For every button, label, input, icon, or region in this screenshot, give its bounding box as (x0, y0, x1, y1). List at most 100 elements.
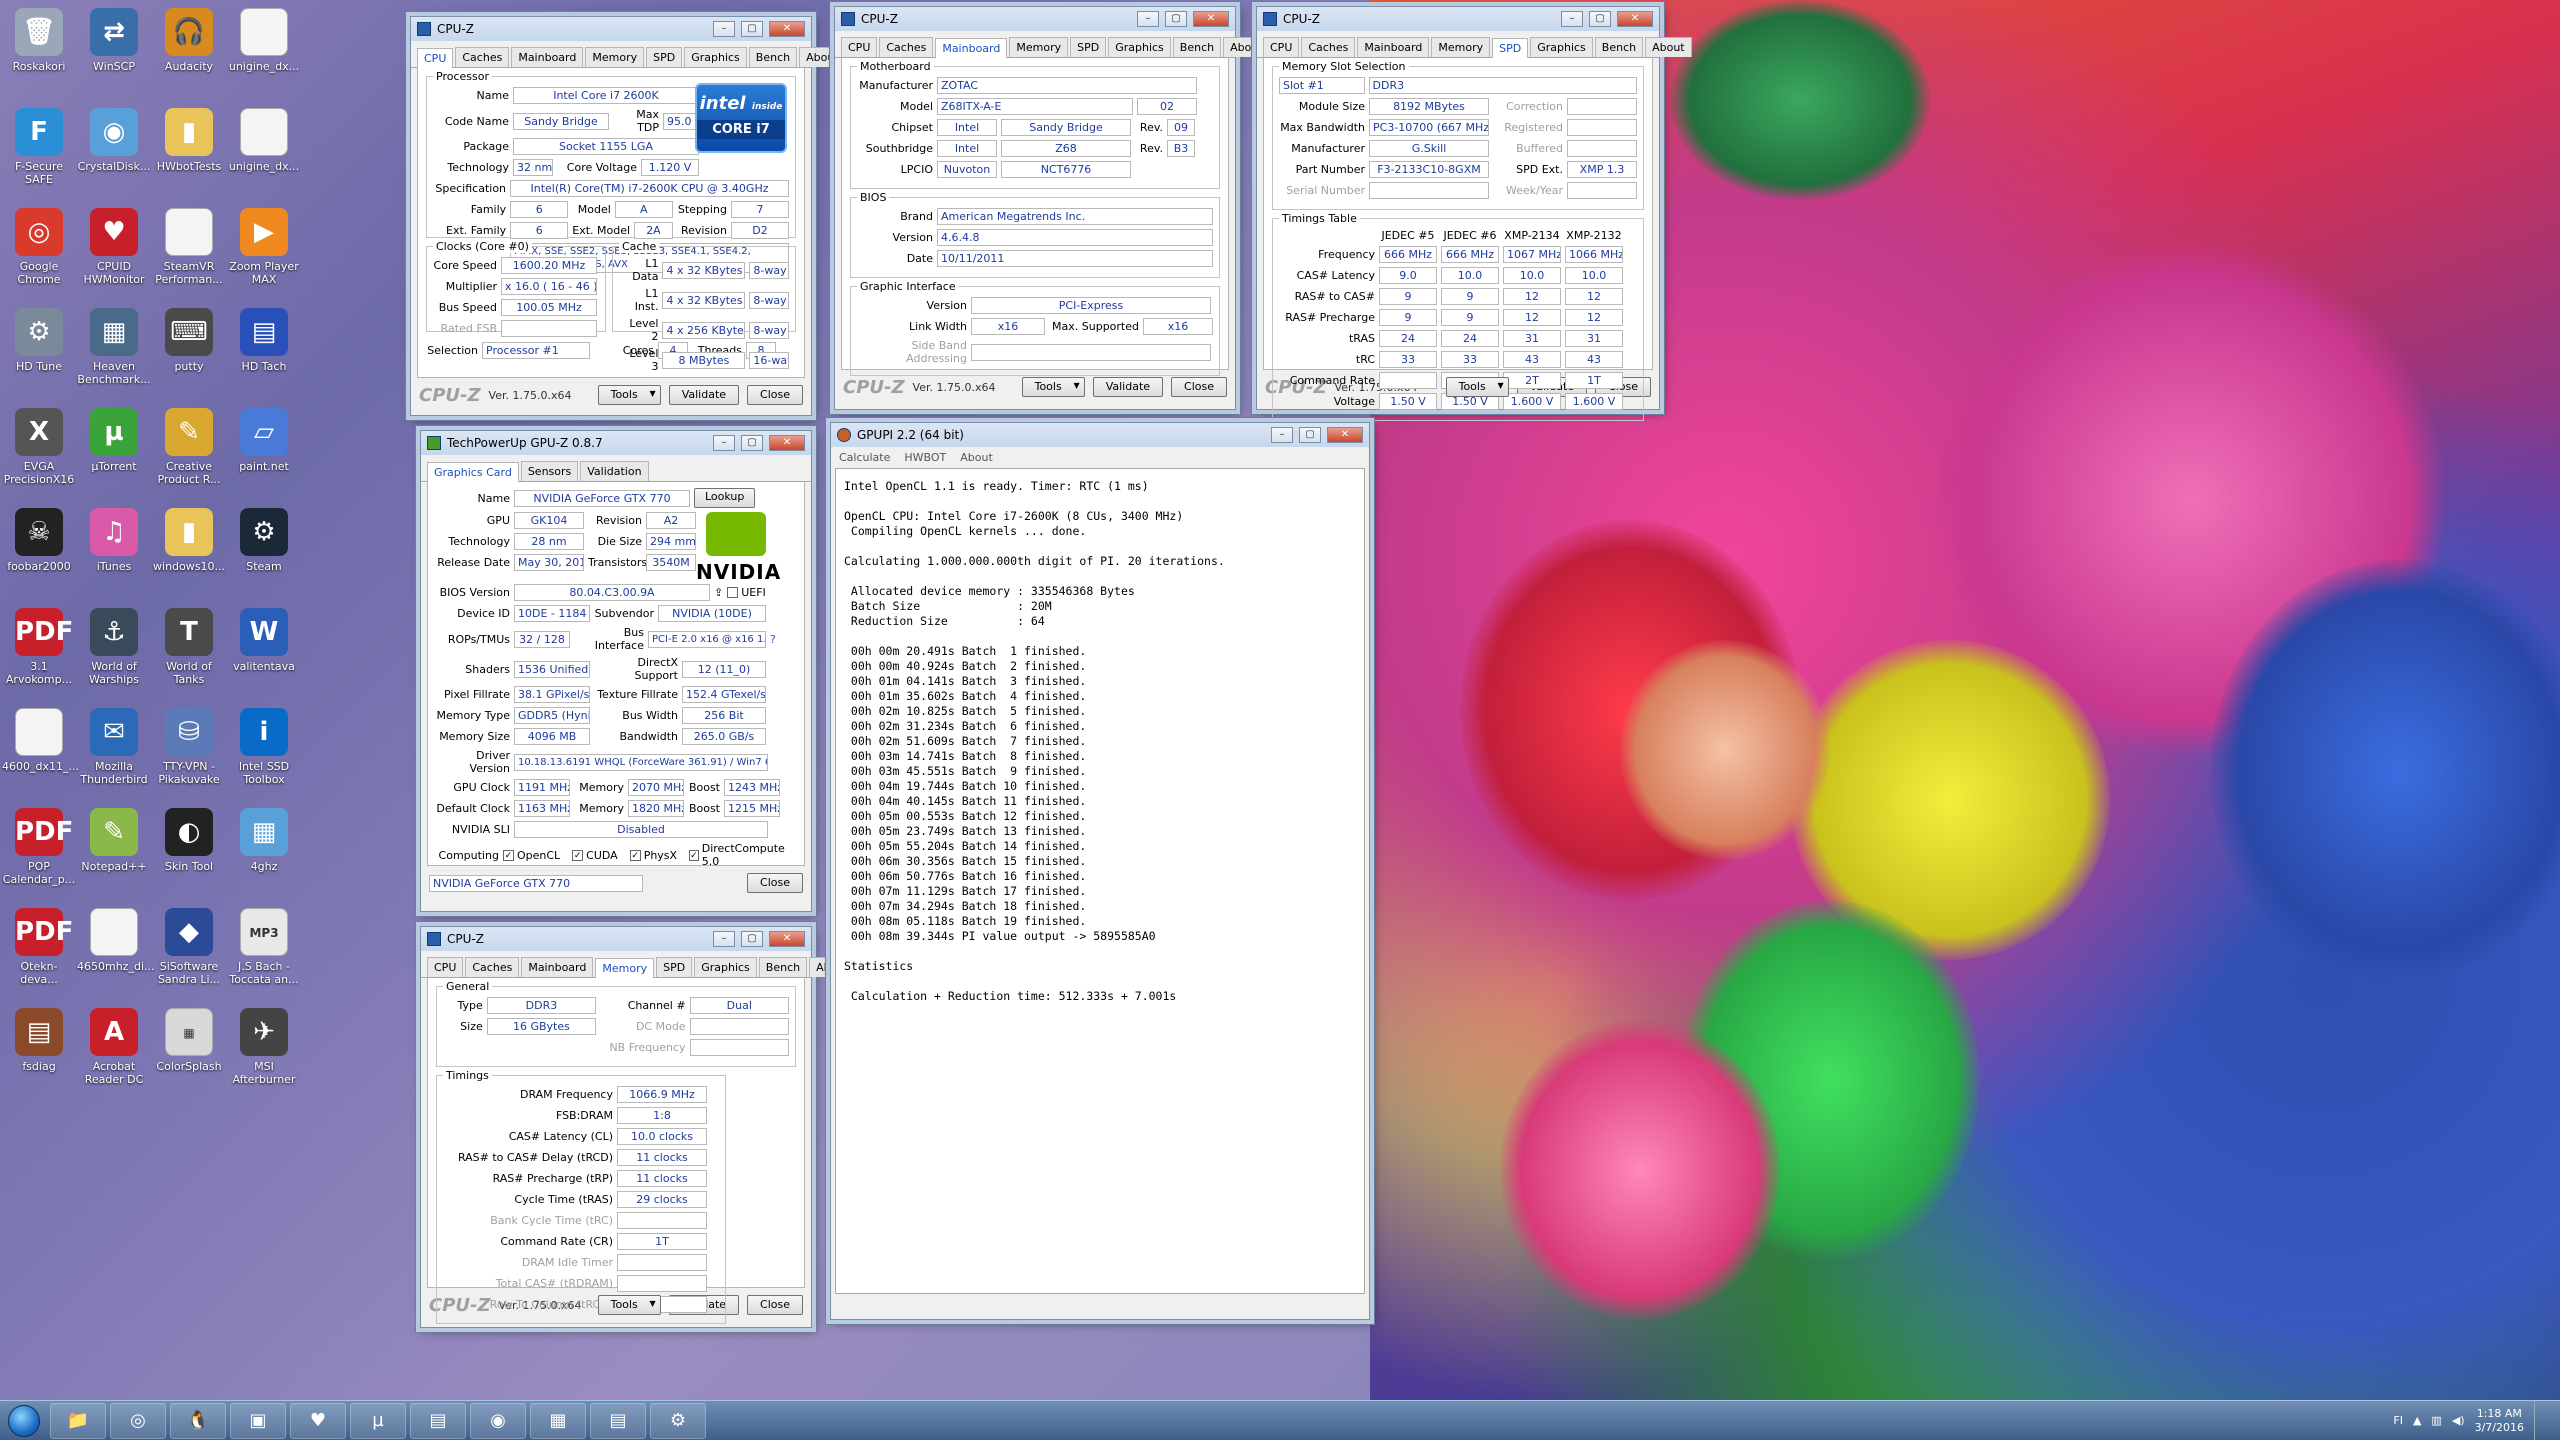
desktop-icon[interactable]: ◐ Skin Tool (152, 804, 226, 900)
desktop-icon[interactable]: Wvalitentava (227, 604, 301, 700)
desktop-icon[interactable]: i Intel SSD Toolbox (227, 704, 301, 800)
maximize-button[interactable]: ▢ (741, 21, 763, 37)
close-button[interactable]: Close (747, 1295, 803, 1315)
validate-button[interactable]: Validate (1092, 377, 1164, 397)
close-button[interactable]: Close (1171, 377, 1227, 397)
desktop-icon[interactable]: ▮ windows10... (152, 504, 226, 600)
maximize-button[interactable]: ▢ (1165, 11, 1187, 27)
tab-spd[interactable]: SPD (646, 47, 683, 67)
desktop-icon[interactable]: µ µTorrent (77, 404, 151, 500)
desktop-icon[interactable]: ⚓ World of Warships (77, 604, 151, 700)
close-window-button[interactable]: ✕ (1327, 427, 1363, 443)
desktop-icon[interactable]: A Acrobat Reader DC (77, 1004, 151, 1100)
close-window-button[interactable]: ✕ (769, 435, 805, 451)
tab-spd[interactable]: SPD (656, 957, 693, 977)
minimize-button[interactable]: – (713, 931, 735, 947)
desktop-icon[interactable]: ▮ HWbotTests (152, 104, 226, 200)
volume-icon[interactable]: ◀) (2452, 1414, 2465, 1427)
cpuz-cpu-window[interactable]: CPU-Z – ▢ ✕ CPU Caches Mainboard Memory SPD Grap… (410, 16, 846, 416)
tab-graphics[interactable]: Graphics (1530, 37, 1593, 57)
minimize-button[interactable]: – (1271, 427, 1293, 443)
desktop-icon[interactable]: ⇄ WinSCP (77, 4, 151, 100)
desktop-icon[interactable]: ✉ Mozilla Thunderbird (77, 704, 151, 800)
taskbar-app-icon[interactable]: ◎ (110, 1402, 166, 1439)
desktop-icon[interactable]: ▦ 4ghz (227, 804, 301, 900)
close-window-button[interactable]: ✕ (1193, 11, 1229, 27)
desktop-icon[interactable]: 🎧 Audacity (152, 4, 226, 100)
tab-graphics[interactable]: Graphics (684, 47, 747, 67)
minimize-button[interactable]: – (713, 435, 735, 451)
menu-hwbot[interactable]: HWBOT (904, 451, 946, 464)
taskbar-app-icon[interactable]: ⚙ (650, 1402, 706, 1439)
desktop-icon[interactable]: ✈ MSI Afterburner (227, 1004, 301, 1100)
cpuz-mainboard-window[interactable]: CPU-Z – ▢ ✕ CPU Caches Mainboard Memory SPD Grap… (834, 6, 1270, 410)
tray-arrow-icon[interactable]: ▲ (2413, 1414, 2421, 1427)
tools-button[interactable]: Tools (597, 385, 661, 405)
desktop-icon[interactable]: X EVGA PrecisionX16 (2, 404, 76, 500)
desktop-icon[interactable]: ▦ Heaven Benchmark... (77, 304, 151, 400)
titlebar[interactable]: GPUPI 2.2 (64 bit) – ▢ ✕ (831, 423, 1369, 447)
slot-selection-dropdown[interactable]: Slot #1 (1279, 77, 1365, 94)
desktop-icon[interactable]: ⛁ TTY-VPN - Pikakuvake (152, 704, 226, 800)
minimize-button[interactable]: – (1137, 11, 1159, 27)
language-indicator[interactable]: FI (2393, 1414, 2403, 1427)
titlebar[interactable]: TechPowerUp GPU-Z 0.8.7 – ▢ ✕ (421, 431, 811, 455)
cpuz-memory-window[interactable]: CPU-Z – ▢ ✕ CPU Caches Mainboard Memory SPD Grap… (420, 926, 856, 1328)
gpu-selection-dropdown[interactable]: NVIDIA GeForce GTX 770 (429, 874, 643, 892)
taskbar-app-icon[interactable]: µ (350, 1402, 406, 1439)
titlebar[interactable]: CPU-Z – ▢ ✕ (1257, 7, 1659, 31)
desktop-icon[interactable]: SteamVR Performan... (152, 204, 226, 300)
tab-memory[interactable]: Memory (595, 958, 655, 978)
tab-graphics-card[interactable]: Graphics Card (427, 462, 519, 482)
tab-memory[interactable]: Memory (1009, 37, 1069, 57)
help-icon[interactable]: ? (770, 633, 776, 646)
tab-mainboard[interactable]: Mainboard (521, 957, 594, 977)
processor-selection-dropdown[interactable]: Processor #1 (482, 342, 590, 359)
tab-caches[interactable]: Caches (465, 957, 520, 977)
tab-mainboard[interactable]: Mainboard (511, 47, 584, 67)
desktop-icon[interactable]: PDF 3.1 Arvokomp... (2, 604, 76, 700)
tab-graphics[interactable]: Graphics (694, 957, 757, 977)
desktop-icon[interactable]: PDF POP Calendar_p... (2, 804, 76, 900)
menu-about[interactable]: About (960, 451, 993, 464)
clock[interactable]: 1:18 AM 3/7/2016 (2475, 1407, 2524, 1435)
desktop-icon[interactable]: ▱ paint.net (227, 404, 301, 500)
desktop-icon[interactable]: ⚙ HD Tune (2, 304, 76, 400)
close-window-button[interactable]: ✕ (1617, 11, 1653, 27)
tab-caches[interactable]: Caches (455, 47, 510, 67)
tab-bench[interactable]: Bench (1172, 37, 1222, 57)
taskbar-app-icon[interactable]: ▤ (590, 1402, 646, 1439)
tab-graphics[interactable]: Graphics (1108, 37, 1171, 57)
show-desktop-button[interactable] (2534, 1400, 2546, 1440)
desktop-icon[interactable]: 4650mhz_di... (77, 904, 154, 1000)
tab-cpu[interactable]: CPU (1263, 37, 1300, 57)
gpupi-window[interactable]: GPUPI 2.2 (64 bit) – ▢ ✕ Calculate HWBOT Abou… (830, 422, 1370, 1320)
desktop-icon[interactable]: T World of Tanks (152, 604, 226, 700)
tab-cpu[interactable]: CPU (417, 48, 454, 68)
desktop-icon[interactable]: ▤ fsdiag (2, 1004, 76, 1100)
desktop-icon[interactable]: ✎ Creative Product R... (152, 404, 226, 500)
desktop-icon[interactable]: ⌨ putty (152, 304, 226, 400)
tools-button[interactable]: Tools (597, 1295, 661, 1315)
gpuz-window[interactable]: TechPowerUp GPU-Z 0.8.7 – ▢ ✕ Graphics Card… (420, 430, 812, 912)
tab-spd[interactable]: SPD (1070, 37, 1107, 57)
tab-cpu[interactable]: CPU (841, 37, 878, 57)
taskbar-app-icon[interactable]: 📁 (50, 1402, 106, 1439)
desktop-icon[interactable]: ♫ iTunes (77, 504, 151, 600)
desktop-icon[interactable]: F F-Secure SAFE (2, 104, 76, 200)
maximize-button[interactable]: ▢ (741, 931, 763, 947)
taskbar-app-icon[interactable]: ▦ (530, 1402, 586, 1439)
tab-mainboard[interactable]: Mainboard (1357, 37, 1430, 57)
desktop-icon[interactable]: 4600_dx11_... (2, 704, 79, 800)
desktop-icon[interactable]: ♥ CPUID HWMonitor (77, 204, 151, 300)
desktop-icon[interactable]: ☠ foobar2000 (2, 504, 76, 600)
tab-spd[interactable]: SPD (1492, 38, 1529, 58)
tab-bench[interactable]: Bench (748, 47, 798, 67)
network-icon[interactable]: ▥ (2431, 1414, 2441, 1427)
tab-memory[interactable]: Memory (1431, 37, 1491, 57)
tab-about[interactable]: About (1645, 37, 1692, 57)
close-button[interactable]: Close (747, 873, 803, 893)
taskbar-app-icon[interactable]: 🐧 (170, 1402, 226, 1439)
tab-bench[interactable]: Bench (1594, 37, 1644, 57)
desktop-icon[interactable]: ◆ SiSoftware Sandra Li... (152, 904, 226, 1000)
